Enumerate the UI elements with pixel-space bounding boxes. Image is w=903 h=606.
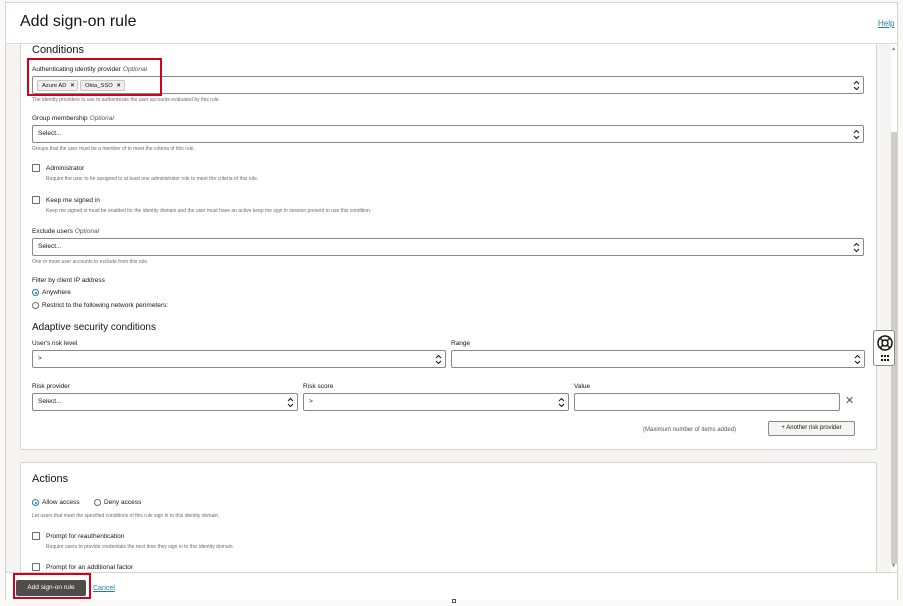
exclude-users-help: One or more user accounts to exclude fro… (32, 259, 149, 265)
keep-signed-in-help: Keep me signed in must be enabled for th… (46, 208, 372, 214)
clear-icon[interactable]: ✕ (845, 394, 854, 407)
select-caret-icon (854, 354, 861, 365)
radio-anywhere[interactable] (32, 289, 39, 296)
vertical-scrollbar[interactable]: ▲ ▼ (891, 44, 897, 572)
administrator-label: Administrator (46, 165, 85, 172)
remove-chip-icon[interactable]: × (71, 82, 75, 89)
risk-provider-select[interactable]: Select... (32, 393, 298, 411)
risk-level-label: User's risk level (32, 340, 78, 347)
idp-label: Authenticating identity provider Optional (32, 66, 148, 73)
range-label: Range (451, 340, 471, 347)
mfa-label: Prompt for an additional factor (46, 564, 134, 571)
remove-chip-icon[interactable]: × (117, 82, 121, 89)
mfa-checkbox[interactable] (32, 563, 40, 571)
help-widget[interactable] (873, 330, 895, 366)
risk-score-label: Risk score (303, 383, 334, 390)
exclude-users-label: Exclude users Optional (32, 228, 100, 235)
exclude-users-select[interactable]: Select... (32, 238, 864, 256)
risk-score-select[interactable]: > (303, 393, 569, 411)
add-sign-on-rule-button[interactable]: Add sign-on rule (16, 580, 86, 596)
adaptive-title: Adaptive security conditions (32, 322, 156, 333)
radio-restrict-label: Restrict to the following network perime… (42, 302, 169, 309)
radio-deny-access[interactable] (94, 499, 101, 506)
select-caret-icon (435, 354, 442, 365)
add-sign-on-rule-dialog: Add sign-on rule Help Conditions Authent… (5, 2, 898, 600)
cancel-link[interactable]: Cancel (93, 585, 115, 592)
scroll-up-icon[interactable]: ▲ (891, 46, 896, 52)
administrator-checkbox[interactable] (32, 164, 40, 172)
keep-signed-in-checkbox[interactable] (32, 196, 40, 204)
value-input[interactable] (574, 393, 840, 411)
deny-access-label: Deny access (104, 499, 142, 506)
allow-access-label: Allow access (42, 499, 80, 506)
value-label: Value (574, 383, 591, 390)
select-caret-icon (853, 80, 860, 91)
radio-allow-access[interactable] (32, 499, 39, 506)
max-items-note: (Maximum number of items added) (643, 427, 737, 433)
dialog-footer: Add sign-on rule Cancel (6, 572, 897, 600)
select-caret-icon (853, 129, 860, 140)
actions-title: Actions (32, 473, 69, 485)
resize-handle[interactable] (452, 599, 456, 603)
risk-provider-label: Risk provider (32, 383, 70, 390)
radio-restrict[interactable] (32, 302, 39, 309)
page-title: Add sign-on rule (20, 13, 137, 30)
actions-section: Actions Allow access Deny access Let use… (20, 462, 877, 572)
form-scroll-area[interactable]: Conditions Authenticating identity provi… (6, 44, 897, 572)
help-link[interactable]: Help (878, 19, 894, 28)
keep-signed-in-label: Keep me signed in (46, 197, 100, 204)
ip-filter-label: Filter by client IP address (32, 277, 105, 284)
group-select[interactable]: Select... (32, 125, 864, 143)
group-help: Groups that the user must be a member of… (32, 146, 195, 152)
radio-anywhere-label: Anywhere (42, 289, 71, 296)
select-caret-icon (558, 397, 565, 408)
lifebuoy-icon (877, 335, 893, 361)
access-help: Let users that meet the specified condit… (32, 513, 220, 519)
administrator-help: Require the user to be assigned to at le… (46, 176, 259, 182)
idp-chip: Okta_SSO × (80, 80, 125, 91)
reauth-label: Prompt for reauthentication (46, 533, 125, 540)
idp-select[interactable]: Azure AD × Okta_SSO × (32, 76, 864, 94)
range-select[interactable] (451, 350, 865, 368)
idp-help: The identity providers to use to authent… (32, 97, 220, 103)
select-caret-icon (287, 397, 294, 408)
conditions-title: Conditions (32, 44, 84, 56)
group-label: Group membership Optional (32, 115, 114, 122)
reauth-help: Require users to provide credentials the… (46, 544, 234, 550)
risk-level-select[interactable]: > (32, 350, 446, 368)
add-risk-provider-button[interactable]: + Another risk provider (768, 421, 855, 436)
conditions-section: Conditions Authenticating identity provi… (20, 44, 877, 450)
scroll-down-icon[interactable]: ▼ (891, 563, 896, 569)
reauth-checkbox[interactable] (32, 532, 40, 540)
idp-chip: Azure AD × (37, 80, 79, 91)
select-caret-icon (853, 242, 860, 253)
